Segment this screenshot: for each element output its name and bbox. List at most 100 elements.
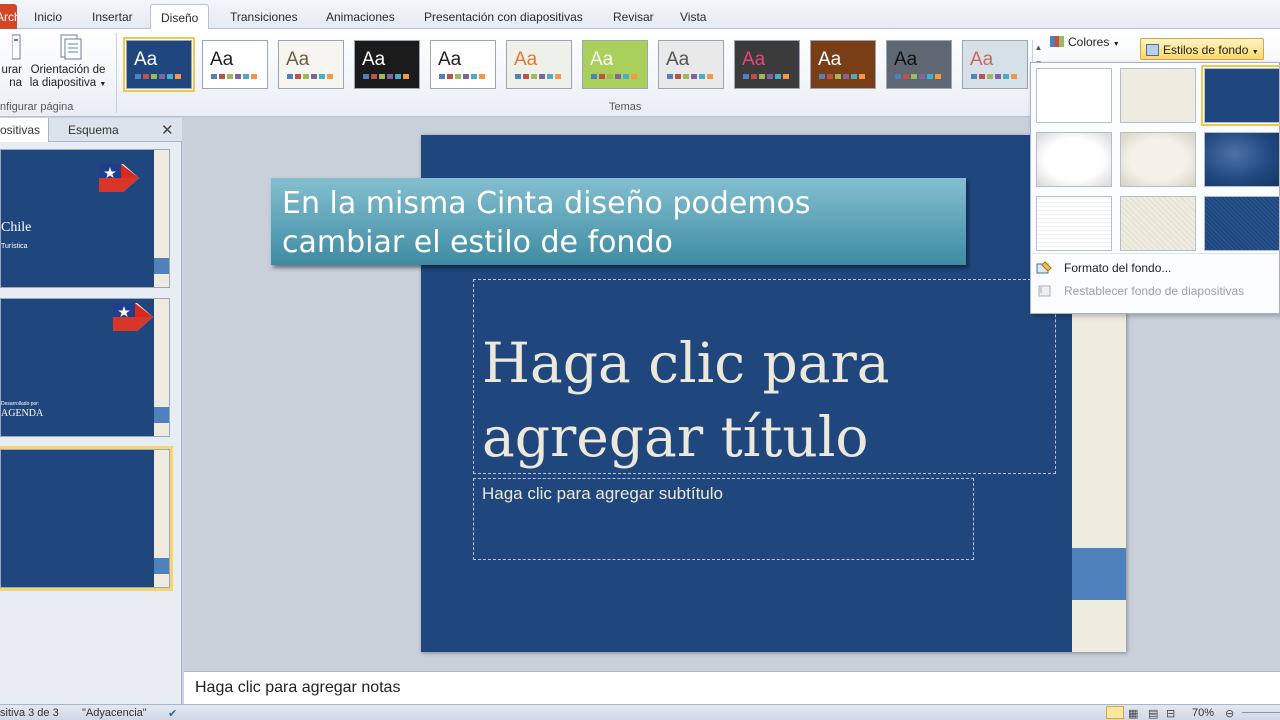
dropdown-arrow-icon: ▼ <box>99 81 107 88</box>
tab-transiciones[interactable]: Transiciones <box>230 4 298 29</box>
estilos-fondo-label: Estilos de fondo <box>1163 43 1249 57</box>
theme-preview-text: Aa <box>818 49 842 70</box>
group-label-temas: Temas <box>609 101 642 113</box>
formato-fondo-label: Formato del fondo... <box>1064 261 1172 275</box>
bg-style-1[interactable] <box>1036 68 1112 123</box>
bg-style-7[interactable] <box>1036 196 1112 251</box>
bg-style-8[interactable] <box>1120 196 1196 251</box>
restablecer-fondo-item: Restablecer fondo de diapositivas <box>1036 284 1244 298</box>
tab-revisar[interactable]: Revisar <box>613 4 654 29</box>
theme-thumbnail-11[interactable]: Aa <box>886 40 952 89</box>
slide-sorter-icon[interactable]: ▦ <box>1128 707 1138 720</box>
title-placeholder[interactable]: Haga clic para agregar título <box>473 279 1056 474</box>
tab-diseno[interactable]: Diseño <box>150 4 210 30</box>
bg-style-4[interactable] <box>1036 132 1112 187</box>
color-palette-icon <box>1050 36 1064 47</box>
bg-style-3[interactable] <box>1201 65 1280 126</box>
theme-thumbnail-2[interactable]: Aa <box>202 40 268 89</box>
theme-thumbnail-1[interactable]: Aa <box>123 37 195 92</box>
colores-button[interactable]: Colores ▼ <box>1050 35 1120 49</box>
configurar-label-2: na <box>9 77 22 89</box>
formato-fondo-item[interactable]: Formato del fondo... <box>1036 261 1171 275</box>
reading-view-icon[interactable]: ▤ <box>1148 707 1158 720</box>
bg-style-6[interactable] <box>1204 132 1280 187</box>
tab-animaciones[interactable]: Animaciones <box>326 4 395 29</box>
slideshow-view-icon[interactable]: ⊟ <box>1166 707 1175 720</box>
theme-thumbnail-7[interactable]: Aa <box>582 40 648 89</box>
bg-style-9[interactable] <box>1204 196 1280 251</box>
subtitle-placeholder-text: Haga clic para agregar subtítulo <box>482 484 723 503</box>
orientacion-label-2: la diapositiva ▼ <box>26 77 110 91</box>
orientacion-label-text: la diapositiva <box>29 77 97 89</box>
dropdown-separator <box>1033 253 1277 254</box>
bg-style-2[interactable] <box>1120 68 1196 123</box>
tab-vista[interactable]: Vista <box>680 4 706 29</box>
theme-thumbnail-5[interactable]: Aa <box>430 40 496 89</box>
theme-preview-text: Aa <box>514 49 538 70</box>
theme-color-dots <box>819 74 865 79</box>
thumb-subtitle: Turística <box>1 243 28 250</box>
zoom-level[interactable]: 70% <box>1192 707 1214 719</box>
slide-thumbnail-3[interactable] <box>0 446 173 591</box>
theme-color-dots <box>515 74 561 79</box>
subtitle-placeholder[interactable]: Haga clic para agregar subtítulo <box>473 478 974 560</box>
callout-line-2: cambiar el estilo de fondo <box>282 225 673 260</box>
spelling-check-icon[interactable]: ✔ <box>168 707 177 720</box>
annotation-callout: En la misma Cinta diseño podemos cambiar… <box>271 178 966 265</box>
theme-preview-text: Aa <box>134 49 158 70</box>
thumb-accent <box>154 258 169 274</box>
page-setup-icon <box>12 34 21 60</box>
colores-label: Colores <box>1068 35 1110 49</box>
slide-accent-bar <box>1072 548 1126 600</box>
estilos-fondo-button[interactable]: Estilos de fondo ▼ <box>1140 38 1264 60</box>
thumb-accent <box>154 407 169 423</box>
theme-preview-text: Aa <box>362 49 386 70</box>
format-background-icon <box>1036 261 1052 274</box>
panel-tabs: ositivas Esquema ✕ <box>0 118 182 142</box>
tab-insertar[interactable]: Insertar <box>92 4 133 29</box>
theme-thumbnail-8[interactable]: Aa <box>658 40 724 89</box>
zoom-out-icon[interactable]: ⊖ <box>1225 707 1234 720</box>
theme-preview-text: Aa <box>210 49 234 70</box>
slide-thumbnail-1[interactable]: Chile Turística <box>0 149 170 288</box>
restablecer-fondo-label: Restablecer fondo de diapositivas <box>1064 284 1245 298</box>
tab-inicio[interactable]: Inicio <box>34 4 62 29</box>
tab-file[interactable]: Archivo <box>0 4 17 29</box>
notes-placeholder: Haga clic para agregar notas <box>195 679 401 696</box>
normal-view-icon[interactable] <box>1106 706 1124 719</box>
theme-thumbnail-10[interactable]: Aa <box>810 40 876 89</box>
slide-thumbnail-2[interactable]: Desarrollado por: AGENDA <box>0 298 170 437</box>
gallery-up-icon[interactable]: ▲ <box>1033 40 1044 56</box>
theme-thumbnail-9[interactable]: Aa <box>734 40 800 89</box>
bg-style-5[interactable] <box>1120 132 1196 187</box>
tab-diapositivas[interactable]: ositivas <box>0 118 49 142</box>
theme-color-dots <box>591 74 637 79</box>
theme-name-status: "Adyacencia" <box>82 707 147 719</box>
configurar-pagina-button[interactable]: urar na <box>0 33 22 90</box>
title-line-2: agregar título <box>482 405 869 469</box>
theme-color-dots <box>439 74 485 79</box>
theme-color-dots <box>895 74 941 79</box>
chile-flag-icon <box>113 303 153 331</box>
theme-color-dots <box>363 74 409 79</box>
theme-thumbnail-12[interactable]: Aa <box>962 40 1028 89</box>
tab-esquema[interactable]: Esquema <box>68 118 119 142</box>
background-styles-icon <box>1146 44 1159 56</box>
tab-file-label: Archivo <box>0 10 17 24</box>
orientacion-diapositiva-button[interactable]: Orientación de la diapositiva ▼ <box>26 33 110 91</box>
theme-preview-text: Aa <box>286 49 310 70</box>
theme-preview-text: Aa <box>742 49 766 70</box>
thumb-background <box>1 450 154 587</box>
slide-count-status: sitiva 3 de 3 <box>0 707 59 719</box>
zoom-slider[interactable] <box>1242 712 1280 713</box>
theme-thumbnail-6[interactable]: Aa <box>506 40 572 89</box>
theme-thumbnail-3[interactable]: Aa <box>278 40 344 89</box>
notes-pane[interactable]: Haga clic para agregar notas <box>184 671 1280 704</box>
close-icon[interactable]: ✕ <box>161 121 174 139</box>
theme-thumbnail-4[interactable]: Aa <box>354 40 420 89</box>
reset-background-icon <box>1038 285 1051 297</box>
tab-presentacion[interactable]: Presentación con diapositivas <box>424 4 583 29</box>
status-bar: sitiva 3 de 3 "Adyacencia" ✔ ▦ ▤ ⊟ 70% ⊖ <box>0 704 1280 720</box>
theme-preview-text: Aa <box>970 49 994 70</box>
theme-color-dots <box>287 74 333 79</box>
